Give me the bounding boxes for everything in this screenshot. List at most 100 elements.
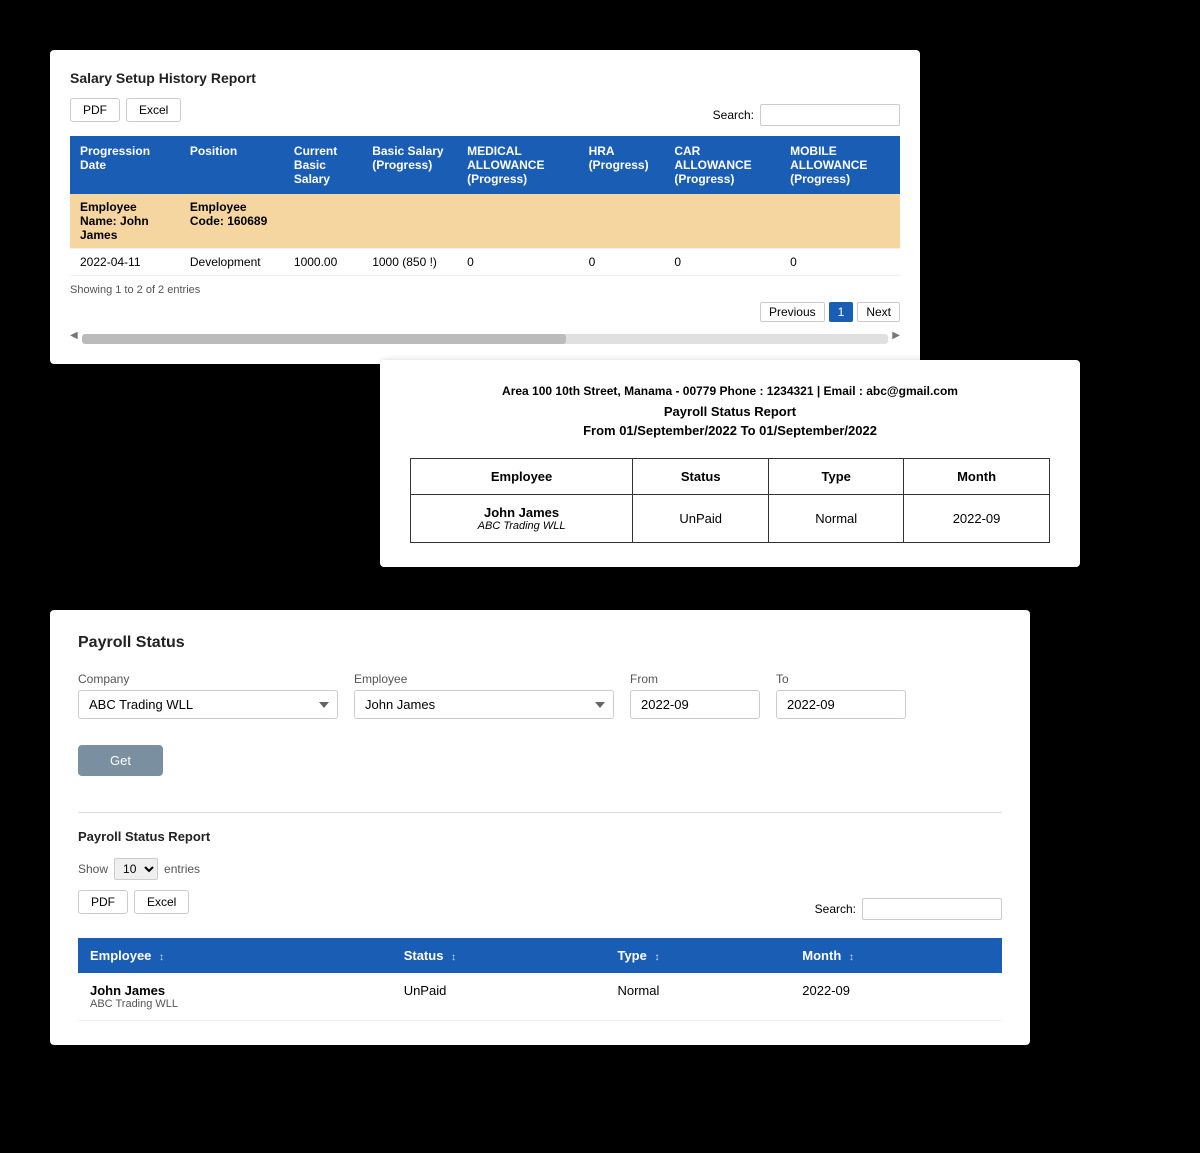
row-date: 2022-04-11 [70,249,180,276]
bottom-excel-button[interactable]: Excel [134,890,189,914]
table-header-row: Progression Date Position Current Basic … [70,136,900,194]
employee-field-group: Employee John James [354,672,614,719]
payroll-month-cell: 2022-09 [790,973,1002,1021]
col-status-header: Status ↕ [392,938,606,973]
company-select[interactable]: ABC Trading WLL [78,690,338,719]
payroll-report-table: Employee Status Type Month John James AB… [410,458,1050,543]
row-medical: 0 [457,249,578,276]
entries-select[interactable]: 10 [114,858,158,880]
payroll-table-header: Employee ↕ Status ↕ Type ↕ Month ↕ [78,938,1002,973]
row-hra: 0 [579,249,665,276]
month-sort-icon[interactable]: ↕ [849,952,854,963]
col-month-label: Month [802,948,841,963]
col-position: Position [180,136,284,194]
bottom-export-buttons: PDF Excel [78,890,189,914]
scroll-left-icon: ◀ [70,330,78,341]
prev-button[interactable]: Previous [760,302,825,322]
row-position: Development [180,249,284,276]
report-employee-cell: John James ABC Trading WLL [411,495,633,543]
scroll-right-icon: ▶ [892,330,900,341]
employee-header-row: Employee Name: John James Employee Code:… [70,194,900,249]
bottom-search-label: Search: [815,902,856,916]
row-mobile: 0 [780,249,900,276]
show-entries-row: Show 10 entries [78,858,1002,880]
report-month-cell: 2022-09 [904,495,1050,543]
report-data-row: John James ABC Trading WLL UnPaid Normal… [411,495,1050,543]
employee-name-cell: Employee Name: John James [70,194,180,249]
report-col-type: Type [769,459,904,495]
search-label: Search: [713,108,754,122]
to-label: To [776,672,906,686]
row-current-basic: 1000.00 [284,249,362,276]
company-info: Area 100 10th Street, Manama - 00779 Pho… [410,384,1050,398]
employee-select[interactable]: John James [354,690,614,719]
col-progression-date: Progression Date [70,136,180,194]
col-employee-label: Employee [90,948,151,963]
get-button[interactable]: Get [78,745,163,776]
col-current-basic: Current Basic Salary [284,136,362,194]
bottom-search-input[interactable] [862,898,1002,920]
excel-button[interactable]: Excel [126,98,181,122]
bottom-search: Search: [815,898,1002,920]
bottom-pdf-button[interactable]: PDF [78,890,128,914]
col-employee-header: Employee ↕ [78,938,392,973]
report-col-status: Status [633,459,769,495]
bottom-toolbar: PDF Excel Search: [78,890,1002,928]
status-sort-icon[interactable]: ↕ [451,952,456,963]
search-input[interactable] [760,104,900,126]
col-hra: HRA (Progress) [579,136,665,194]
report-col-month: Month [904,459,1050,495]
payroll-status-cell: UnPaid [392,973,606,1021]
company-field-group: Company ABC Trading WLL [78,672,338,719]
entries-label: entries [164,862,200,876]
report-title: Payroll Status Report [410,404,1050,419]
to-input[interactable]: 2022-09 [776,690,906,719]
show-label: Show [78,862,108,876]
col-medical: MEDICAL ALLOWANCE (Progress) [457,136,578,194]
horizontal-scrollbar[interactable] [82,334,889,344]
payroll-status-table: Employee ↕ Status ↕ Type ↕ Month ↕ [78,938,1002,1021]
from-input[interactable]: 2022-09 [630,690,760,719]
payroll-status-title: Payroll Status [78,634,1002,652]
scrollbar-thumb [82,334,566,344]
page-1-button[interactable]: 1 [829,302,854,322]
form-row: Company ABC Trading WLL Employee John Ja… [78,672,1002,719]
report-status-cell: UnPaid [633,495,769,543]
salary-panel-title: Salary Setup History Report [70,70,900,86]
employee-sort-icon[interactable]: ↕ [159,952,164,963]
showing-text: Showing 1 to 2 of 2 entries [70,284,900,296]
report-col-employee: Employee [411,459,633,495]
section-divider [78,812,1002,813]
to-field-group: To 2022-09 [776,672,906,719]
next-button[interactable]: Next [857,302,900,322]
from-label: From [630,672,760,686]
col-mobile: MOBILE ALLOWANCE (Progress) [780,136,900,194]
payroll-employee-cell: John James ABC Trading WLL [78,973,392,1021]
pdf-button[interactable]: PDF [70,98,120,122]
type-sort-icon[interactable]: ↕ [654,952,659,963]
col-car: CAR ALLOWANCE (Progress) [664,136,780,194]
salary-table: Progression Date Position Current Basic … [70,136,900,276]
report-employee-company: ABC Trading WLL [425,520,618,532]
row-car: 0 [664,249,780,276]
row-basic-progress: 1000 (850 !) [362,249,457,276]
payroll-employee-name: John James [90,983,380,998]
report-date-range: From 01/September/2022 To 01/September/2… [410,423,1050,438]
payroll-report-preview-panel: Area 100 10th Street, Manama - 00779 Pho… [380,360,1080,567]
search-bar: Search: [713,104,900,126]
company-label: Company [78,672,338,686]
report-employee-name: John James [425,505,618,520]
sub-section-title: Payroll Status Report [78,829,1002,844]
salary-setup-panel: Salary Setup History Report PDF Excel Se… [50,50,920,364]
payroll-status-form-panel: Payroll Status Company ABC Trading WLL E… [50,610,1030,1045]
col-type-header: Type ↕ [605,938,790,973]
payroll-employee-company: ABC Trading WLL [90,998,380,1010]
data-row: 2022-04-11 Development 1000.00 1000 (850… [70,249,900,276]
report-header-row: Employee Status Type Month [411,459,1050,495]
report-type-cell: Normal [769,495,904,543]
col-type-label: Type [617,948,646,963]
payroll-type-cell: Normal [605,973,790,1021]
col-month-header: Month ↕ [790,938,1002,973]
col-basic-progress: Basic Salary (Progress) [362,136,457,194]
employee-label: Employee [354,672,614,686]
